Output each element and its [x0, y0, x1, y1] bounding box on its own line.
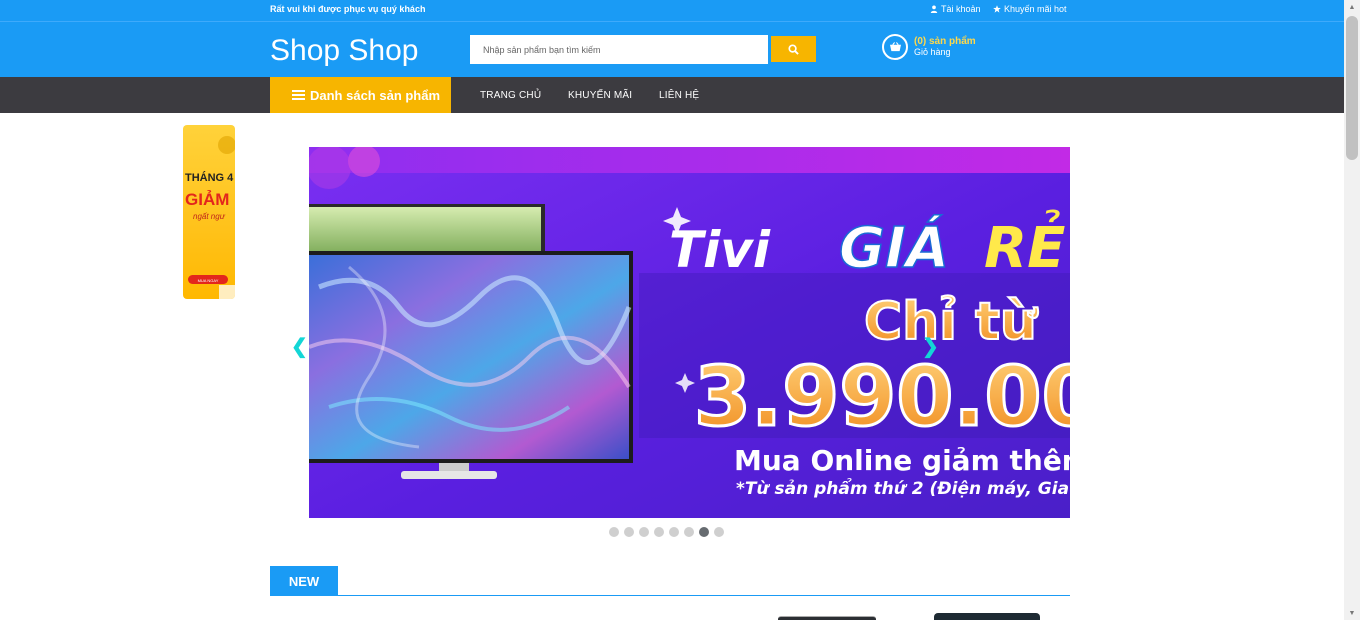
category-menu-button[interactable]: Danh sách sản phẩm [270, 77, 451, 113]
slider-dot[interactable] [654, 527, 664, 537]
slider-dot[interactable] [684, 527, 694, 537]
hero-sub-1: Mua Online giảm thêm [734, 444, 1070, 477]
hero-price-prefix: Chỉ từ [864, 292, 1039, 352]
cart-text: (0) sản phẩm Giỏ hàng [914, 36, 976, 58]
hero-banner-image: Tivi GIÁ RẺ Chỉ từ 3.990.00 Mua Online g… [309, 147, 1070, 518]
star-icon [993, 5, 1001, 13]
slider-dot[interactable] [609, 527, 619, 537]
slider-dot[interactable] [669, 527, 679, 537]
cart[interactable]: (0) sản phẩm Giỏ hàng [882, 34, 976, 60]
side-ad-button: MUA NGAY [198, 278, 219, 283]
scroll-down-arrow-icon[interactable]: ▼ [1344, 606, 1360, 620]
category-menu-label: Danh sách sản phẩm [310, 87, 441, 103]
hero-headline-3: RẺ [984, 210, 1065, 281]
search-button[interactable] [771, 36, 816, 62]
cart-icon [882, 34, 908, 60]
side-ad-line1: THÁNG 4 [185, 171, 234, 184]
new-section-tab[interactable]: NEW [270, 566, 338, 596]
side-ad-line2: GIẢM [185, 190, 229, 209]
promo-link[interactable]: Khuyến mãi hot [993, 4, 1067, 14]
account-link-label: Tài khoản [941, 4, 981, 14]
hero-slider[interactable]: Tivi GIÁ RẺ Chỉ từ 3.990.00 Mua Online g… [309, 147, 1070, 518]
cart-count: (0) sản phẩm [914, 36, 976, 47]
nav-item-home[interactable]: TRANG CHỦ [480, 90, 541, 101]
product-thumbnail[interactable] [934, 613, 1040, 620]
scroll-up-arrow-icon[interactable]: ▲ [1344, 0, 1360, 14]
hero-headline-1: Tivi [669, 221, 771, 279]
user-icon [930, 5, 938, 13]
search-input[interactable] [470, 35, 768, 64]
nav-item-contact[interactable]: LIÊN HỆ [659, 90, 699, 101]
slider-dot[interactable] [699, 527, 709, 537]
side-ad-banner[interactable]: THÁNG 4 GIẢM ngất ngư MUA NGAY [183, 125, 235, 299]
main-nav: Danh sách sản phẩm TRANG CHỦ KHUYẾN MÃI … [0, 77, 1344, 113]
account-link[interactable]: Tài khoản [930, 4, 981, 14]
slider-next-arrow[interactable]: ❯ [922, 334, 939, 359]
logo[interactable]: Shop Shop [270, 34, 418, 68]
menu-icon [292, 88, 305, 102]
slider-dot[interactable] [714, 527, 724, 537]
cart-label: Giỏ hàng [914, 47, 951, 57]
promo-link-label: Khuyến mãi hot [1004, 4, 1067, 14]
header: Shop Shop (0) sản phẩm Giỏ hàng [0, 22, 1344, 77]
search-icon [788, 43, 799, 55]
slider-dot[interactable] [624, 527, 634, 537]
slider-dots [609, 527, 724, 537]
page: Rất vui khi được phục vụ quý khách Tài k… [0, 0, 1360, 620]
product-thumbnail[interactable] [778, 616, 876, 620]
scrollbar-thumb[interactable] [1346, 16, 1358, 160]
side-ad-line3: ngất ngư [193, 212, 226, 221]
hero-price: 3.990.00 [694, 350, 1070, 445]
vertical-scrollbar[interactable]: ▲ ▼ [1344, 0, 1360, 620]
slider-prev-arrow[interactable]: ❮ [291, 334, 308, 359]
hero-headline-2: GIÁ [839, 216, 949, 281]
section-divider [270, 595, 1070, 596]
nav-item-promotions[interactable]: KHUYẾN MÃI [568, 90, 632, 101]
welcome-text: Rất vui khi được phục vụ quý khách [270, 4, 426, 14]
hero-sub-2: *Từ sản phẩm thứ 2 (Điện máy, Gia [736, 477, 1069, 499]
slider-dot[interactable] [639, 527, 649, 537]
top-bar: Rất vui khi được phục vụ quý khách Tài k… [0, 0, 1344, 22]
